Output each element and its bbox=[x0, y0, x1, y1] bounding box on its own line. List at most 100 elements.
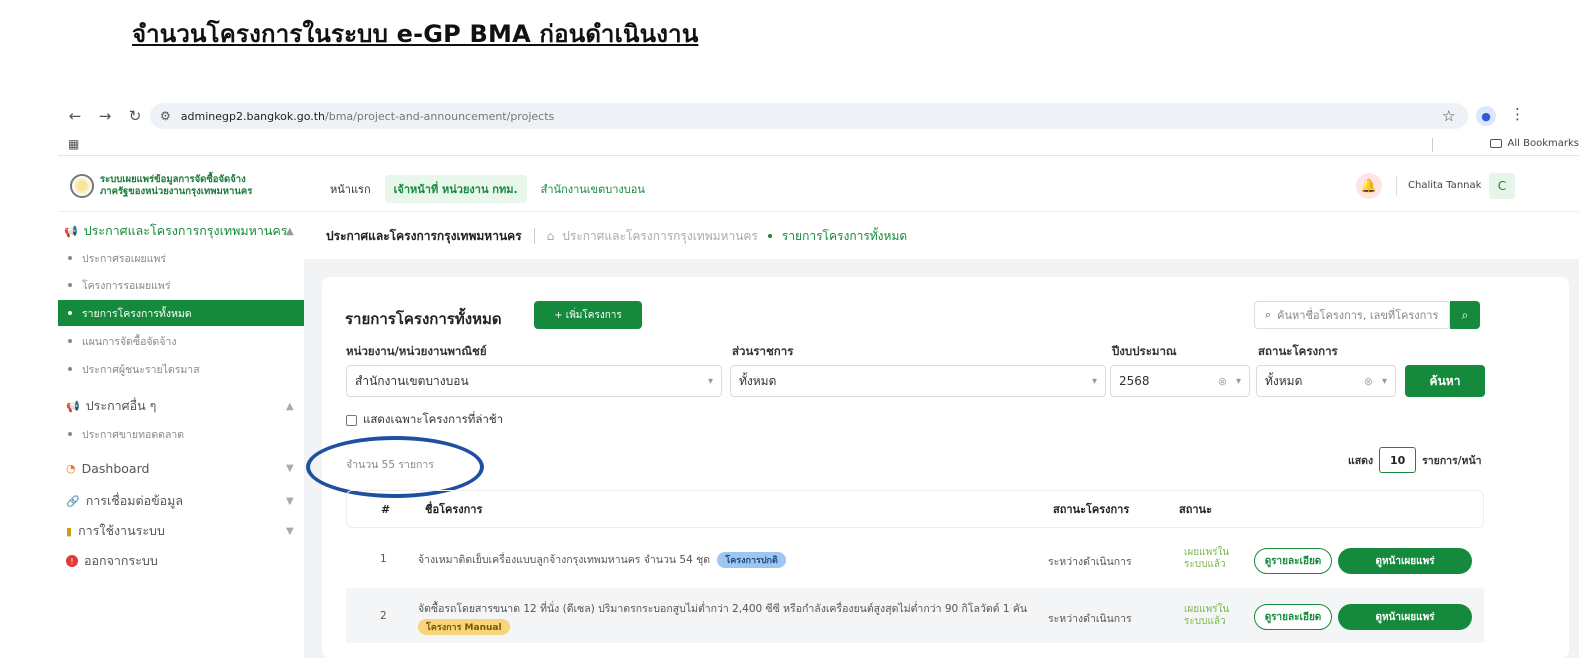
breadcrumb-separator bbox=[533, 228, 535, 244]
project-type-badge: โครงการปกติ bbox=[717, 552, 786, 568]
sidebar-item-quarterly-winners[interactable]: ประกาศผู้ชนะรายไตรมาส bbox=[58, 356, 304, 382]
col-status: สถานะ bbox=[1179, 503, 1212, 516]
bullet-icon bbox=[68, 432, 72, 436]
bookmarks-separator bbox=[1432, 138, 1433, 152]
avatar[interactable]: C bbox=[1489, 173, 1515, 199]
logo-line-1: ระบบเผยแพร่ข้อมูลการจัดซื้อจัดจ้าง bbox=[100, 174, 246, 185]
publish-status-line-1: เผยแพร่ใน bbox=[1184, 604, 1230, 615]
url-host: adminegp2.bangkok.go.th bbox=[180, 109, 326, 123]
project-status: ระหว่างดำเนินการ bbox=[1048, 556, 1132, 568]
breadcrumb-title: ประกาศและโครงการกรุงเทพมหานคร bbox=[326, 228, 522, 243]
sidebar-section-label: ประกาศและโครงการกรุงเทพมหานคร bbox=[83, 223, 288, 238]
search-icon: ⌕ bbox=[1265, 308, 1272, 321]
sidebar-item-procurement-plan[interactable]: แผนการจัดซื้อจัดจ้าง bbox=[58, 328, 304, 354]
sidebar-item-connect[interactable]: 🔗 การเชื่อมต่อข้อมูล ▼ bbox=[66, 491, 294, 511]
project-name[interactable]: จัดซื้อรถโดยสารขนาด 12 ที่นั่ง (ดีเซล) ป… bbox=[418, 600, 1038, 635]
division-select[interactable]: ทั้งหมด ▾ bbox=[730, 365, 1106, 397]
sidebar-item-dashboard[interactable]: ◔ Dashboard ▼ bbox=[66, 461, 294, 476]
search-input[interactable]: ⌕ ค้นหาชื่อโครงการ, เลขที่โครงการ bbox=[1254, 301, 1450, 329]
chevron-down-icon: ▾ bbox=[1235, 375, 1241, 387]
nav-office[interactable]: สำนักงานเขตบางบอน bbox=[541, 180, 645, 198]
chevron-up-icon: ▲ bbox=[286, 225, 294, 237]
profile-icon[interactable]: ● bbox=[1476, 106, 1496, 126]
sidebar-item-label: โครงการรอเผยแพร่ bbox=[82, 279, 171, 292]
chevron-up-icon: ▲ bbox=[286, 400, 294, 412]
bookmark-star-icon[interactable]: ☆ bbox=[1442, 107, 1455, 125]
bookmarks-bar: ▦ All Bookmarks bbox=[58, 134, 1579, 156]
all-bookmarks-button[interactable]: All Bookmarks bbox=[1489, 138, 1579, 149]
bullet-icon bbox=[68, 256, 72, 260]
breadcrumb-current: รายการโครงการทั้งหมด bbox=[781, 228, 908, 243]
page-title: รายการโครงการทั้งหมด bbox=[345, 310, 502, 328]
app-logo-text[interactable]: ระบบเผยแพร่ข้อมูลการจัดซื้อจัดจ้าง ภาครั… bbox=[100, 174, 252, 198]
user-separator bbox=[1396, 176, 1397, 196]
chevron-down-icon: ▾ bbox=[1091, 375, 1097, 387]
home-icon[interactable]: ⌂ bbox=[547, 229, 555, 243]
top-nav: หน้าแรก เจ้าหน้าที่ หน่วยงาน กทม. สำนักง… bbox=[330, 175, 645, 203]
add-project-button[interactable]: + เพิ่มโครงการ bbox=[534, 301, 642, 329]
year-value: 2568 bbox=[1119, 374, 1150, 388]
user-name[interactable]: Chalita Tannak bbox=[1408, 180, 1481, 191]
table-row: 2 จัดซื้อรถโดยสารขนาด 12 ที่นั่ง (ดีเซล)… bbox=[346, 588, 1484, 643]
view-published-button[interactable]: ดูหน้าเผยแพร่ bbox=[1338, 604, 1472, 630]
per-page-suffix: รายการ/หน้า bbox=[1422, 454, 1482, 467]
clear-icon[interactable]: ⊗ bbox=[1364, 375, 1373, 388]
notification-bell-icon[interactable]: 🔔 bbox=[1356, 173, 1382, 199]
browser-window: ← → ↻ ⚙ adminegp2.bangkok.go.th/bma/proj… bbox=[58, 100, 1579, 658]
sidebar-item-label: ประกาศผู้ชนะรายไตรมาส bbox=[82, 363, 200, 376]
delayed-only-toggle[interactable]: แสดงเฉพาะโครงการที่ล่าช้า bbox=[346, 411, 503, 429]
division-value: ทั้งหมด bbox=[739, 373, 777, 388]
address-row: ← → ↻ ⚙ adminegp2.bangkok.go.th/bma/proj… bbox=[58, 100, 1579, 132]
back-arrow-icon[interactable]: ← bbox=[62, 103, 88, 129]
site-settings-icon[interactable]: ⚙ bbox=[160, 109, 171, 123]
agency-value: สำนักงานเขตบางบอน bbox=[355, 373, 469, 388]
all-bookmarks-label: All Bookmarks bbox=[1507, 138, 1579, 149]
nav-home[interactable]: หน้าแรก bbox=[330, 180, 371, 198]
sidebar-item-auction[interactable]: ประกาศขายทอดตลาด bbox=[58, 421, 304, 447]
sidebar-item-pending-projects[interactable]: โครงการรอเผยแพร่ bbox=[58, 272, 304, 298]
apps-grid-icon[interactable]: ▦ bbox=[68, 137, 79, 151]
status-select[interactable]: ทั้งหมด ⊗ ▾ bbox=[1256, 365, 1396, 397]
agency-label: หน่วยงาน/หน่วยงานพาณิชย์ bbox=[346, 344, 487, 358]
find-button[interactable]: ค้นหา bbox=[1405, 365, 1485, 397]
delayed-only-checkbox[interactable] bbox=[346, 414, 357, 426]
breadcrumb-parent[interactable]: ประกาศและโครงการกรุงเทพมหานคร bbox=[562, 227, 758, 246]
status-value: ทั้งหมด bbox=[1265, 373, 1303, 388]
breadcrumb: ประกาศและโครงการกรุงเทพมหานคร ⌂ ประกาศแล… bbox=[304, 213, 1579, 259]
agency-select[interactable]: สำนักงานเขตบางบอน ▾ bbox=[346, 365, 722, 397]
megaphone-icon: 📢 bbox=[64, 224, 78, 238]
search-icon: ⌕ bbox=[1461, 307, 1469, 322]
sidebar-item-pending-announcements[interactable]: ประกาศรอเผยแพร่ bbox=[58, 245, 304, 271]
sidebar-section-other[interactable]: 📢 ประกาศอื่น ๆ ▲ bbox=[66, 396, 294, 416]
search-button[interactable]: ⌕ bbox=[1450, 301, 1480, 329]
url-bar[interactable]: ⚙ adminegp2.bangkok.go.th/bma/project-an… bbox=[150, 103, 1468, 129]
col-number: # bbox=[381, 502, 391, 516]
sidebar-item-label: การเชื่อมต่อข้อมูล bbox=[85, 493, 184, 508]
per-page-select[interactable]: 10 bbox=[1379, 447, 1417, 473]
view-detail-button[interactable]: ดูรายละเอียด bbox=[1254, 604, 1332, 630]
view-published-button[interactable]: ดูหน้าเผยแพร่ bbox=[1338, 548, 1472, 574]
bma-logo-icon[interactable] bbox=[70, 174, 94, 198]
year-select[interactable]: 2568 ⊗ ▾ bbox=[1110, 365, 1250, 397]
sidebar-item-logout[interactable]: ! ออกจากระบบ bbox=[66, 551, 158, 571]
sidebar: 📢 ประกาศและโครงการกรุงเทพมหานคร ▲ ประกาศ… bbox=[58, 213, 304, 658]
sidebar-item-usage[interactable]: ▮ การใช้งานระบบ ▼ bbox=[66, 521, 294, 541]
forward-arrow-icon[interactable]: → bbox=[92, 103, 118, 129]
logout-icon: ! bbox=[66, 555, 78, 567]
delayed-only-label: แสดงเฉพาะโครงการที่ล่าช้า bbox=[363, 412, 504, 426]
nav-role[interactable]: เจ้าหน้าที่ หน่วยงาน กทม. bbox=[384, 175, 527, 203]
clear-icon[interactable]: ⊗ bbox=[1218, 375, 1227, 388]
view-detail-button[interactable]: ดูรายละเอียด bbox=[1254, 548, 1332, 574]
browser-menu-icon[interactable]: ⋮ bbox=[1510, 105, 1525, 123]
logo-line-2: ภาครัฐของหน่วยงานกรุงเทพมหานคร bbox=[100, 186, 253, 197]
sidebar-section-label: ประกาศอื่น ๆ bbox=[85, 398, 157, 413]
link-icon: 🔗 bbox=[66, 494, 80, 508]
row-number: 2 bbox=[380, 610, 387, 622]
project-name[interactable]: จ้างเหมาติดเย็บเครื่องแบบลูกจ้างกรุงเทพม… bbox=[418, 551, 786, 568]
project-name-text: จ้างเหมาติดเย็บเครื่องแบบลูกจ้างกรุงเทพม… bbox=[418, 554, 711, 566]
publish-status: เผยแพร่ใน ระบบแล้ว bbox=[1184, 547, 1229, 571]
reload-icon[interactable]: ↻ bbox=[122, 103, 148, 129]
bullet-icon bbox=[68, 311, 72, 315]
sidebar-item-all-projects[interactable]: รายการโครงการทั้งหมด bbox=[58, 300, 304, 326]
sidebar-section-announcements[interactable]: 📢 ประกาศและโครงการกรุงเทพมหานคร ▲ bbox=[64, 221, 294, 241]
